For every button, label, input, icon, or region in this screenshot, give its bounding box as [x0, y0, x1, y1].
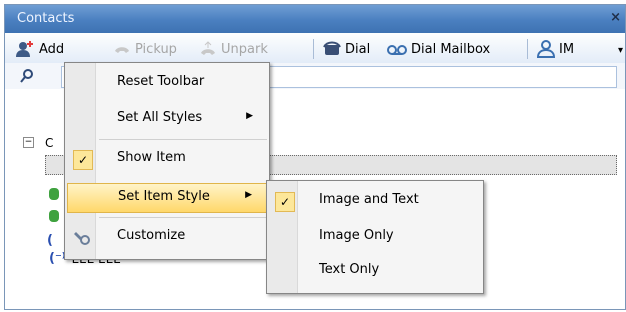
toolbar-separator [313, 39, 314, 59]
menu-separator [99, 217, 267, 218]
checkmark-icon: ✓ [275, 192, 295, 212]
menu-item-label: Set Item Style [118, 189, 210, 204]
search-icon [20, 69, 33, 83]
presence-icon [49, 188, 59, 200]
pickup-label: Pickup [135, 41, 177, 57]
menu-item-label: Show Item [117, 150, 186, 165]
collapse-icon[interactable]: − [23, 137, 34, 148]
submenu-arrow-icon: ▶ [246, 111, 253, 121]
menu-item-label: Set All Styles [117, 110, 203, 125]
menu-item-label: Image Only [319, 228, 394, 243]
close-icon[interactable]: × [610, 10, 621, 25]
menu-item-label: Reset Toolbar [117, 74, 205, 89]
im-button[interactable]: IM [537, 39, 574, 59]
dial-mailbox-button[interactable]: Dial Mailbox [387, 39, 490, 59]
context-menu: Reset Toolbar Set All Styles ▶ ✓ Show It… [64, 62, 270, 260]
im-label: IM [559, 41, 575, 57]
toolbar: Add Pickup Unpark Dial Dial Mailbox IM ▾ [5, 33, 625, 64]
add-label: Add [39, 41, 65, 57]
wrench-icon [74, 232, 90, 245]
menu-item-set-all-styles[interactable]: Set All Styles ▶ [67, 105, 267, 133]
group-label[interactable]: C [45, 136, 53, 150]
user-icon [537, 40, 555, 58]
pickup-icon [115, 47, 129, 53]
phone-icon: ( [47, 233, 53, 248]
menu-item-customize[interactable]: Customize [67, 223, 267, 251]
unpark-button[interactable]: Unpark [199, 39, 268, 59]
dial-button[interactable]: Dial [323, 39, 370, 59]
menu-separator [99, 139, 267, 140]
menu-item-label: Text Only [319, 262, 380, 277]
menu-item-set-item-style[interactable]: Set Item Style ▶ [67, 183, 267, 213]
dial-label: Dial [345, 41, 371, 57]
menu-item-reset-toolbar[interactable]: Reset Toolbar [67, 69, 267, 97]
dial-mailbox-label: Dial Mailbox [411, 41, 491, 57]
unpark-label: Unpark [221, 41, 268, 57]
voicemail-icon [387, 45, 407, 55]
menu-item-label: Customize [117, 228, 186, 243]
add-button[interactable]: Add [15, 39, 64, 59]
window-title: Contacts [17, 11, 75, 26]
submenu-arrow-icon: ▶ [245, 190, 252, 200]
unpark-icon [201, 41, 215, 55]
checkmark-icon: ✓ [73, 150, 93, 170]
title-bar[interactable]: Contacts × [5, 5, 625, 33]
toolbar-separator [527, 39, 528, 59]
add-contact-icon [16, 41, 33, 57]
presence-icon [49, 210, 59, 222]
submenu-item-image-and-text[interactable]: ✓ Image and Text [269, 187, 481, 215]
pickup-button[interactable]: Pickup [113, 39, 177, 59]
menu-item-label: Image and Text [319, 192, 419, 207]
phone-icon [323, 41, 341, 55]
menu-item-show-item[interactable]: ✓ Show Item [67, 145, 267, 173]
item-style-submenu: ✓ Image and Text Image Only Text Only [266, 180, 484, 294]
toolbar-overflow-icon[interactable]: ▾ [618, 45, 623, 56]
submenu-item-image-only[interactable]: Image Only [269, 223, 481, 251]
submenu-item-text-only[interactable]: Text Only [269, 257, 481, 285]
